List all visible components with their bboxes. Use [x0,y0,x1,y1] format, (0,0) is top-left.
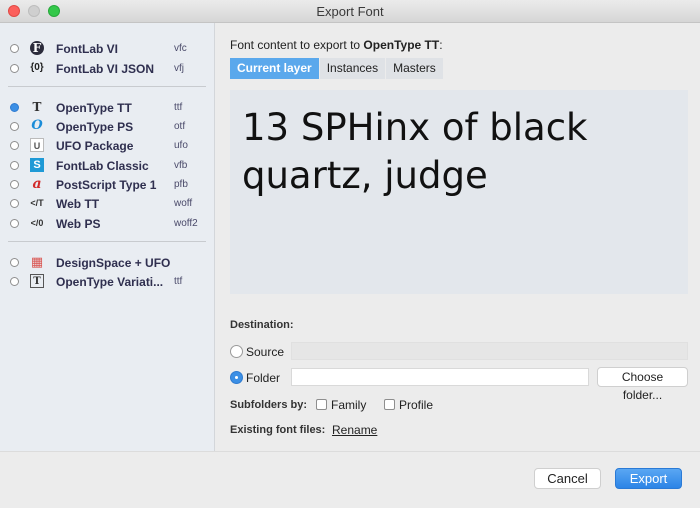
format-item-designspace-ufo[interactable]: ▦ DesignSpace + UFO [0,254,214,273]
content-tabs: Current layer Instances Masters [230,58,444,79]
web-ps-icon: </0 [30,218,44,228]
title-bar: Export Font [0,0,700,23]
font-preview: 13 SPHinx of black quartz, judge [230,90,688,294]
format-extension: otf [174,121,186,132]
tab-current-layer[interactable]: Current layer [230,58,320,79]
format-name: UFO Package [56,139,134,153]
format-extension: pfb [174,179,188,190]
format-item-postscript-type-1[interactable]: a PostScript Type 1 pfb [0,176,214,195]
family-checkbox[interactable] [316,399,327,410]
format-item-ufo-package[interactable]: U UFO Package ufo [0,137,214,156]
export-font-dialog: Export Font F FontLab VI vfc {0} FontLab… [0,0,700,508]
format-extension: vfb [174,160,188,171]
window-title: Export Font [316,4,384,19]
format-item-fontlab-classic[interactable]: S FontLab Classic vfb [0,157,214,176]
format-radio[interactable] [10,64,19,73]
format-extension: woff [174,198,193,209]
format-name: OpenType PS [56,120,134,134]
folder-radio[interactable] [230,371,243,384]
content-label-suffix: : [439,38,443,52]
format-radio[interactable] [10,199,19,208]
format-radio[interactable] [10,180,19,189]
profile-checkbox[interactable] [384,399,395,410]
export-button[interactable]: Export [615,468,682,489]
existing-files-label: Existing font files: [230,424,326,436]
format-extension: vfj [174,63,184,74]
format-extension: ufo [174,140,188,151]
format-extension: woff2 [174,218,198,229]
fontlab-vi-icon: F [30,41,44,55]
format-item-web-ps[interactable]: </0 Web PS woff2 [0,215,214,234]
sidebar-divider [8,241,206,242]
format-item-fontlab-vi-json[interactable]: {0} FontLab VI JSON vfj [0,60,214,79]
variable-font-icon: T [30,274,44,288]
format-name: FontLab VI JSON [56,62,155,76]
format-radio[interactable] [10,122,19,131]
format-name: OpenType Variati... [56,275,164,289]
format-item-web-tt[interactable]: </T Web TT woff [0,195,214,214]
content-label-format: OpenType TT [363,38,440,52]
format-name: FontLab Classic [56,159,149,173]
format-radio[interactable] [10,258,19,267]
tab-instances[interactable]: Instances [319,58,387,79]
content-label: Font content to export to OpenType TT: [230,38,443,52]
source-path-field [291,342,688,360]
source-radio[interactable] [230,345,243,358]
json-icon: {0} [30,62,44,73]
preview-text: 13 SPHinx of black quartz, judge [242,106,588,197]
format-name: OpenType TT [56,101,132,115]
format-list: F FontLab VI vfc {0} FontLab VI JSON vfj… [0,23,215,451]
folder-path-field[interactable] [291,368,589,386]
content-label-prefix: Font content to export to [230,38,364,52]
folder-label: Folder [246,371,281,385]
format-radio[interactable] [10,44,19,53]
existing-files-dropdown[interactable]: Rename [332,423,377,437]
format-radio[interactable] [10,277,19,286]
format-item-opentype-variable[interactable]: T OpenType Variati... ttf [0,273,214,292]
family-label: Family [331,398,367,412]
format-radio[interactable] [10,219,19,228]
fontlab-classic-icon: S [30,158,44,172]
format-radio[interactable] [10,103,19,112]
format-radio[interactable] [10,161,19,170]
format-name: PostScript Type 1 [56,178,157,192]
profile-label: Profile [399,398,434,412]
format-name: FontLab VI [56,42,118,56]
format-name: Web PS [56,217,101,231]
format-name: DesignSpace + UFO [56,256,171,270]
subfolders-label: Subfolders by: [230,399,308,411]
web-tt-icon: </T [30,198,44,208]
format-item-opentype-tt[interactable]: T OpenType TT ttf [0,99,214,118]
destination-label: Destination: [230,319,294,331]
ufo-icon: U [30,138,44,152]
tab-masters[interactable]: Masters [386,58,444,79]
truetype-icon: T [32,100,42,114]
format-extension: ttf [174,102,183,113]
format-name: Web TT [56,197,100,211]
cancel-button[interactable]: Cancel [534,468,601,489]
format-item-opentype-ps[interactable]: O OpenType PS otf [0,118,214,137]
choose-folder-button[interactable]: Choose folder... [597,367,688,402]
designspace-icon: ▦ [30,254,44,269]
postscript-icon: a [32,176,42,192]
sidebar-divider [8,86,206,87]
opentype-icon: O [31,118,43,133]
format-item-fontlab-vi[interactable]: F FontLab VI vfc [0,40,214,59]
source-label: Source [246,345,285,359]
format-radio[interactable] [10,141,19,150]
format-extension: vfc [174,43,187,54]
format-extension: ttf [174,276,183,287]
